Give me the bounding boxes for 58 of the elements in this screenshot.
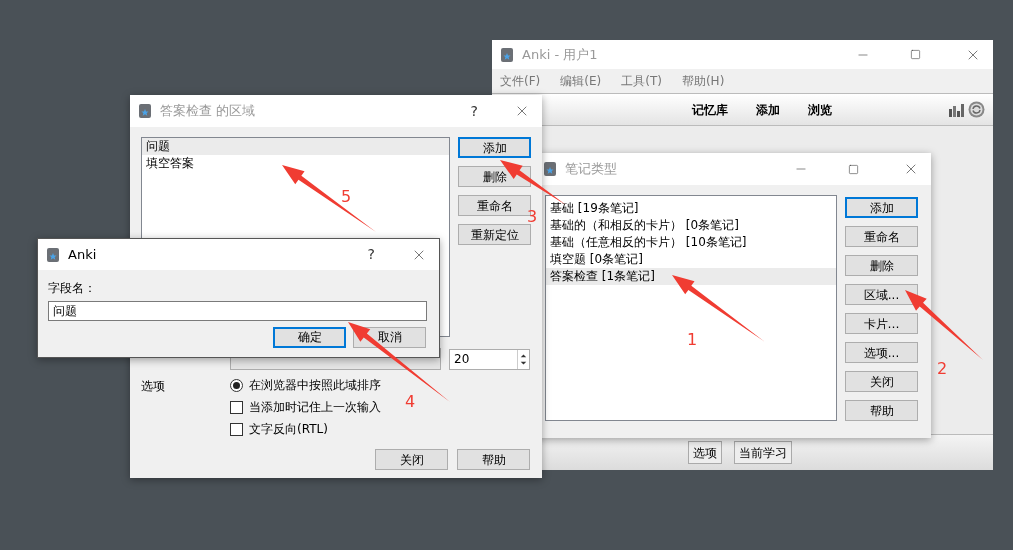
dialog-button[interactable]: 关闭	[845, 371, 918, 392]
toolbar-link[interactable]: 添加	[756, 100, 780, 119]
dialog-button[interactable]: 选项...	[845, 342, 918, 363]
list-item[interactable]: 填空答案	[142, 155, 449, 172]
bottom-button[interactable]: 当前学习	[734, 441, 792, 464]
window-title: 笔记类型	[565, 160, 617, 179]
option-label: 文字反向(RTL)	[249, 421, 328, 438]
bar-chart-icon[interactable]	[948, 102, 964, 117]
input-field[interactable]: 问题	[48, 301, 427, 321]
app-icon	[46, 246, 60, 263]
menu-item[interactable]: 帮助(H)	[681, 72, 725, 90]
annotation-number: 5	[341, 186, 352, 208]
annotation-number: 4	[405, 391, 416, 413]
help-button[interactable]: ?	[367, 244, 375, 265]
list-item[interactable]: 基础（任意相反的卡片） [10条笔记]	[546, 234, 836, 251]
window-title: Anki - 用户1	[522, 45, 598, 64]
app-icon	[138, 103, 152, 119]
annotation-number: 2	[937, 358, 948, 380]
toolbar-link[interactable]: 浏览	[808, 100, 832, 119]
dialog-button[interactable]: 关闭	[375, 449, 448, 470]
option-label: 在浏览器中按照此域排序	[249, 377, 381, 394]
dialog-button[interactable]: 帮助	[845, 400, 918, 421]
option-label: 当添加时记住上一次输入	[249, 399, 381, 416]
dialog-button[interactable]: 卡片…	[845, 313, 918, 334]
dialog-button[interactable]: 添加	[458, 137, 531, 158]
spin-arrows-icon[interactable]	[517, 349, 529, 369]
dialog-button[interactable]: 帮助	[457, 449, 530, 470]
app-icon	[543, 161, 557, 177]
field-label: 字段名：	[48, 280, 97, 297]
list-item[interactable]: 基础 [19条笔记]	[546, 200, 836, 217]
size-spinbox[interactable]: 20	[449, 348, 530, 370]
window-title: Anki	[68, 245, 97, 264]
dialog-button[interactable]: 区域...	[845, 284, 918, 305]
dialog-button[interactable]: 重命名	[845, 226, 918, 247]
list-item[interactable]: 问题	[142, 138, 449, 155]
app-icon	[500, 46, 514, 63]
dialog-button[interactable]: 添加	[845, 197, 918, 218]
options-label: 选项	[141, 378, 166, 395]
checkbox[interactable]	[230, 422, 243, 436]
dialog-button[interactable]: 删除	[845, 255, 918, 276]
bottom-button[interactable]: 选项	[688, 441, 722, 464]
maximize-icon[interactable]	[910, 49, 921, 60]
toolbar-link[interactable]: 记忆库	[692, 100, 728, 119]
dialog-button[interactable]: 重新定位	[458, 224, 531, 245]
window-title: 答案检查 的区域	[160, 102, 256, 121]
radio-button[interactable]	[230, 378, 243, 392]
dialog-button[interactable]: 确定	[273, 326, 346, 348]
list-item[interactable]: 基础的（和相反的卡片） [0条笔记]	[546, 217, 836, 234]
menu-item[interactable]: 编辑(E)	[560, 72, 602, 90]
sync-icon[interactable]	[968, 101, 985, 118]
annotation-number: 1	[687, 329, 698, 351]
menu-item[interactable]: 工具(T)	[621, 72, 662, 90]
list-item[interactable]: 答案检查 [1条笔记]	[546, 268, 836, 285]
list-item[interactable]: 填空题 [0条笔记]	[546, 251, 836, 268]
menu-item[interactable]: 文件(F)	[500, 72, 541, 90]
help-button[interactable]: ?	[470, 100, 478, 122]
checkbox[interactable]	[230, 400, 243, 414]
maximize-icon[interactable]	[848, 163, 859, 175]
